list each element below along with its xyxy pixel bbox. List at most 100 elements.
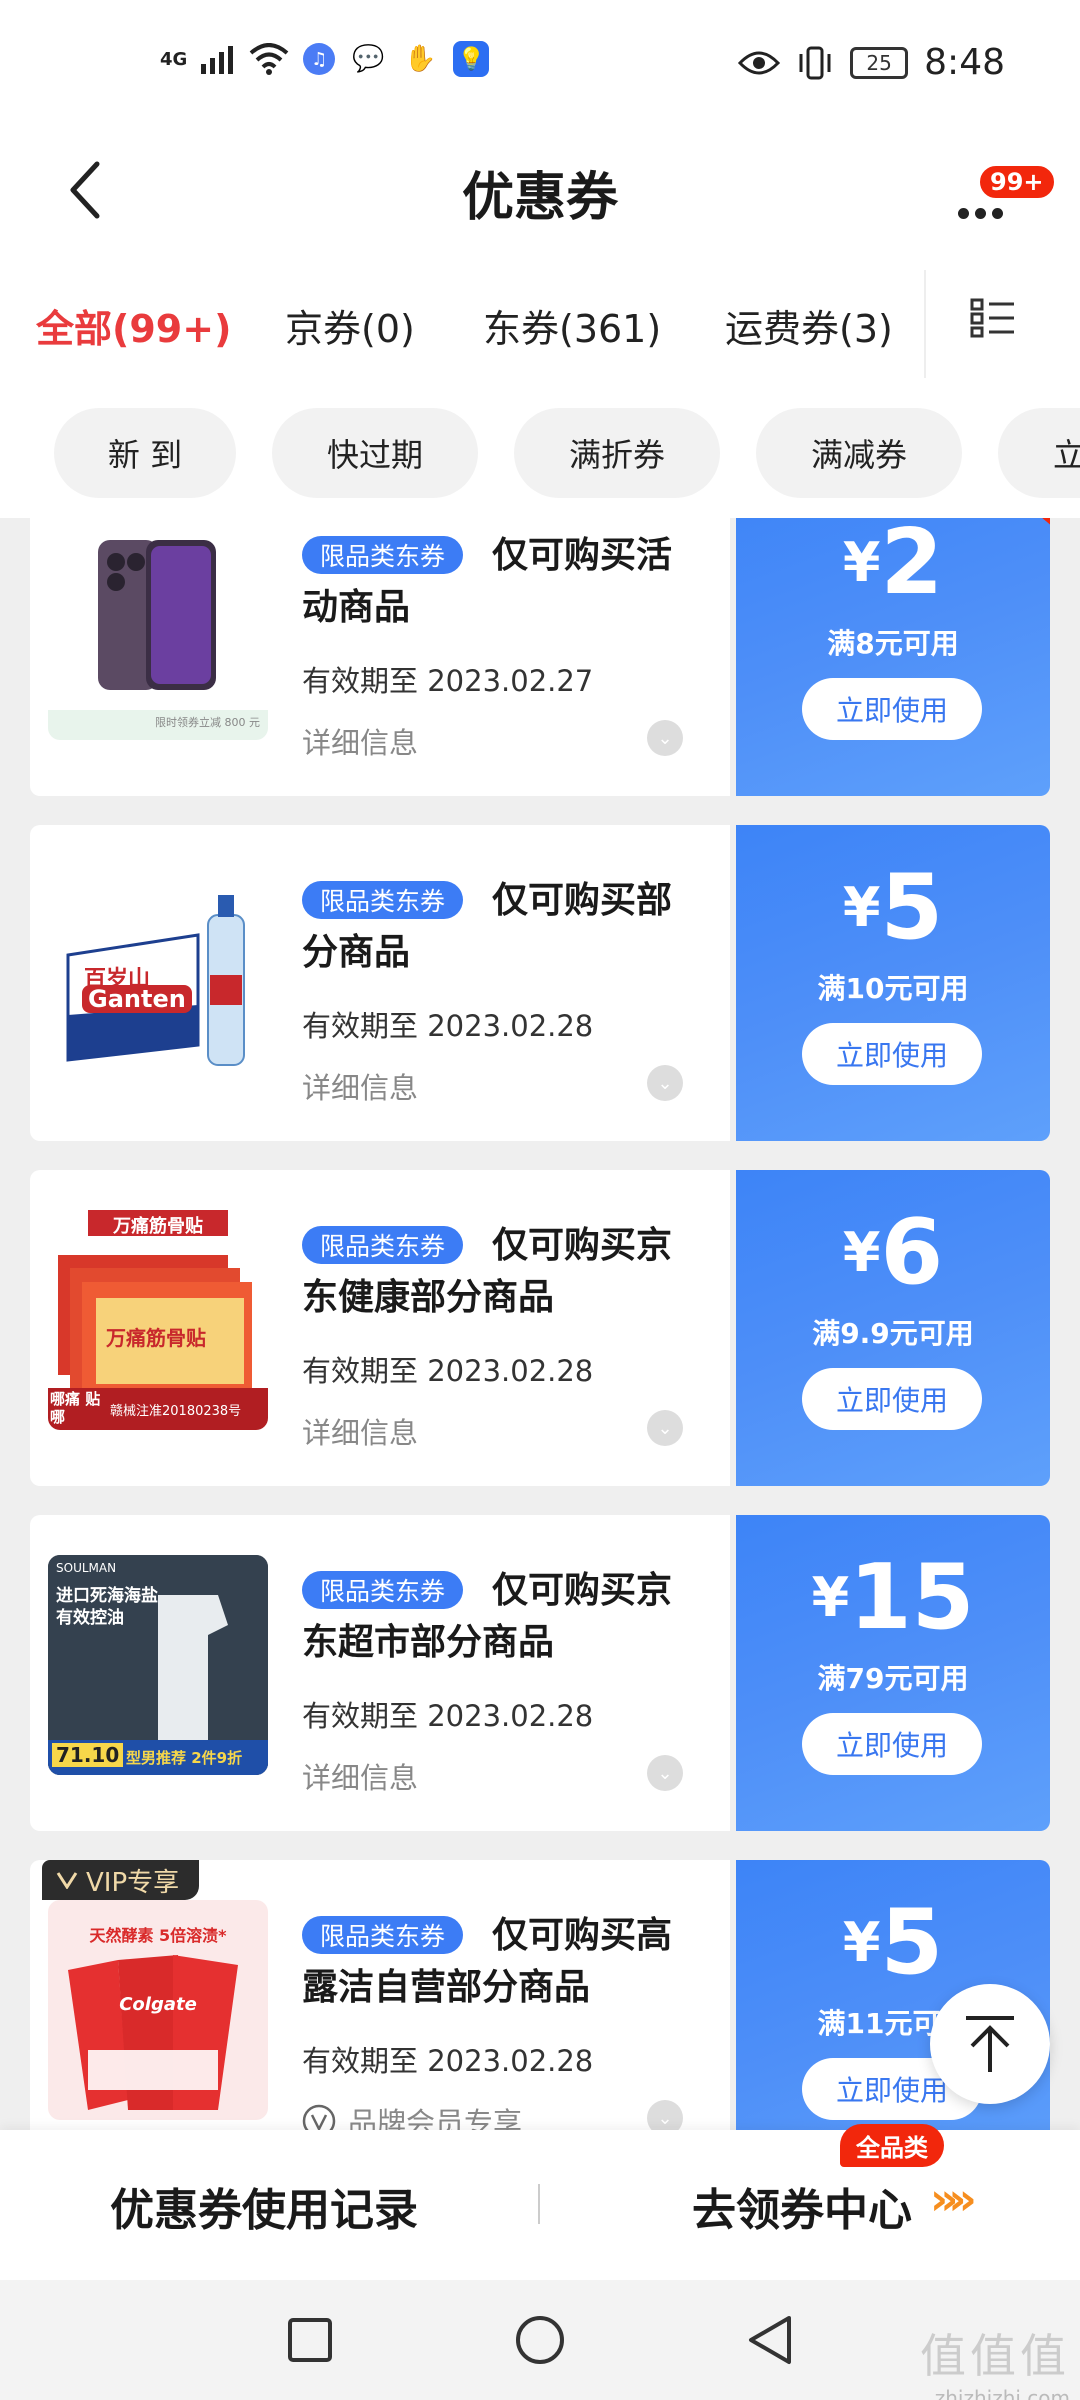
filter-more[interactable]: 立 bbox=[998, 408, 1080, 498]
list-icon bbox=[970, 298, 1014, 338]
filter-chips: 新 到 快过期 满折券 满减券 立 bbox=[0, 400, 1080, 518]
coupon-detail-link[interactable]: 详细信息 bbox=[302, 1410, 418, 1452]
member-badge-icon bbox=[302, 2104, 336, 2130]
chevron-down-icon[interactable]: ⌄ bbox=[647, 1755, 683, 1791]
page-title: 优惠券 bbox=[461, 168, 618, 228]
filter-new[interactable]: 新 到 bbox=[54, 408, 236, 498]
header: 优惠券 99+ bbox=[0, 130, 1080, 250]
circle-icon bbox=[516, 2316, 564, 2364]
scroll-to-top-button[interactable] bbox=[930, 1984, 1050, 2104]
coupon-amount: ¥6 bbox=[842, 1200, 944, 1305]
system-nav-bar: 值值值 zhizhizhi.com bbox=[0, 2280, 1080, 2400]
product-name: 万痛筋骨贴 bbox=[106, 1326, 206, 1350]
vip-v-icon bbox=[56, 1872, 78, 1889]
vip-tag: VIP专享 bbox=[42, 1860, 200, 1900]
product-price: 71.10 bbox=[52, 1743, 124, 1767]
back-nav-button[interactable] bbox=[730, 2300, 810, 2380]
coupon-detail-link[interactable]: 详细信息 bbox=[302, 1065, 418, 1107]
more-icon bbox=[958, 208, 1003, 219]
battery-icon: 25 bbox=[850, 46, 909, 79]
wifi-icon bbox=[249, 43, 289, 75]
tab-all[interactable]: 全部(99+) bbox=[36, 298, 231, 353]
double-chevron-right-icon: »» bbox=[930, 2174, 977, 2225]
product-headline-2: 有效控油 bbox=[56, 1608, 124, 1628]
coupon-value-panel: ¥2 满8元可用 立即使用 bbox=[736, 518, 1050, 796]
chevron-down-icon[interactable]: ⌄ bbox=[647, 720, 683, 756]
tab-jing-coupon[interactable]: 京券(0) bbox=[285, 298, 415, 353]
coupon-amount: ¥5 bbox=[842, 1890, 944, 1995]
tab-shipping-coupon[interactable]: 运费券(3) bbox=[725, 298, 893, 353]
triangle-back-icon bbox=[749, 2316, 791, 2364]
status-right: 25 8:48 bbox=[738, 42, 1005, 83]
recent-apps-button[interactable] bbox=[270, 2300, 350, 2380]
list-view-button[interactable] bbox=[970, 298, 1020, 348]
coupon-title: 仅可购买活动商品 bbox=[302, 535, 673, 628]
product-image-phone: 限时领券立减 800 元 bbox=[48, 520, 268, 740]
filter-discount[interactable]: 满折券 bbox=[514, 408, 720, 498]
coupon-expiry: 有效期至 2023.02.27 bbox=[302, 664, 594, 698]
coupon-title: 仅可购买京东健康部分商品 bbox=[302, 1225, 673, 1318]
network-type: 4G bbox=[160, 48, 188, 70]
coupon-info[interactable]: 天然酵素 5倍溶渍* Colgate VIP专享 限品类东券 仅可购买高露洁自营… bbox=[30, 1860, 730, 2130]
product-image-water: 百岁山 Ganten bbox=[48, 865, 268, 1085]
coupon-title: 仅可购买京东超市部分商品 bbox=[302, 1570, 673, 1663]
coupon-expiry: 有效期至 2023.02.28 bbox=[302, 1354, 594, 1388]
coupon-title: 仅可购买高露洁自营部分商品 bbox=[302, 1915, 673, 2008]
coupon-card: 百岁山 Ganten 限品类东券 仅可购买部分商品 有效期至 2023.02.2… bbox=[30, 825, 1050, 1141]
coupon-info[interactable]: 限时领券立减 800 元 限品类东券 仅可购买活动商品 有效期至 2023.02… bbox=[30, 518, 730, 796]
chevron-down-icon[interactable]: ⌄ bbox=[647, 2100, 683, 2130]
coupon-info[interactable]: 百岁山 Ganten 限品类东券 仅可购买部分商品 有效期至 2023.02.2… bbox=[30, 825, 730, 1141]
product-image-toothpaste: 天然酵素 5倍溶渍* Colgate bbox=[48, 1900, 268, 2120]
coupon-detail-link[interactable]: 详细信息 bbox=[302, 1755, 418, 1797]
coupon-amount: ¥2 bbox=[842, 518, 944, 615]
coupon-amount: ¥5 bbox=[842, 855, 944, 960]
coupon-expiry: 有效期至 2023.02.28 bbox=[302, 1699, 594, 1733]
coupon-value-panel: ¥15 满79元可用 立即使用 bbox=[736, 1515, 1050, 1831]
coupon-value-panel: ¥5 满10元可用 立即使用 bbox=[736, 825, 1050, 1141]
coupon-center-button[interactable]: 去领券中心 bbox=[692, 2174, 912, 2238]
use-now-button[interactable]: 立即使用 bbox=[802, 1023, 982, 1085]
use-now-button[interactable]: 立即使用 bbox=[802, 1713, 982, 1775]
coupon-info[interactable]: SOULMAN 进口死海海盐 有效控油 71.10 型男推荐 2件9折 限品类东… bbox=[30, 1515, 730, 1831]
coupon-condition: 满79元可用 bbox=[817, 1662, 969, 1695]
use-now-button[interactable]: 立即使用 bbox=[802, 1368, 982, 1430]
more-menu-button[interactable]: 99+ bbox=[950, 160, 1056, 230]
product-promo: 型男推荐 2件9折 bbox=[126, 1749, 243, 1767]
product-slogan: 天然酵素 5倍溶渍* bbox=[89, 1926, 227, 1945]
coupon-card: 万痛筋骨贴 万痛筋骨贴 哪痛 贴哪 赣械注准20180238号 限品类东券 仅可… bbox=[30, 1170, 1050, 1486]
chevron-down-icon[interactable]: ⌄ bbox=[647, 1410, 683, 1446]
tab-dong-coupon[interactable]: 东券(361) bbox=[483, 298, 661, 353]
product-slogan: 哪痛 贴哪 bbox=[50, 1390, 101, 1426]
coupon-card: SOULMAN 进口死海海盐 有效控油 71.10 型男推荐 2件9折 限品类东… bbox=[30, 1515, 1050, 1831]
coupon-condition: 满8元可用 bbox=[827, 627, 959, 660]
coupon-list: 限时领券立减 800 元 限品类东券 仅可购买活动商品 有效期至 2023.02… bbox=[0, 518, 1080, 2130]
coupon-expiry: 有效期至 2023.02.28 bbox=[302, 1009, 594, 1043]
chevron-down-icon[interactable]: ⌄ bbox=[647, 1065, 683, 1101]
coupon-tabs: 全部(99+) 京券(0) 东券(361) 运费券(3) bbox=[0, 250, 1080, 400]
coupon-condition: 满10元可用 bbox=[817, 972, 969, 1005]
status-left: 4G ♫ 💬 ✋ 💡 bbox=[160, 40, 490, 78]
coupon-amount: ¥15 bbox=[811, 1545, 975, 1650]
home-button[interactable] bbox=[500, 2300, 580, 2380]
filter-expiring[interactable]: 快过期 bbox=[272, 408, 478, 498]
product-banner: 万痛筋骨贴 bbox=[113, 1216, 203, 1237]
coupon-member-note[interactable]: 品牌会员专享 bbox=[302, 2100, 522, 2130]
product-image-caption: 限时领券立减 800 元 bbox=[155, 716, 260, 729]
message-icon: 💬 bbox=[352, 44, 385, 74]
coupon-history-button[interactable]: 优惠券使用记录 bbox=[110, 2174, 418, 2238]
coupon-card: 天然酵素 5倍溶渍* Colgate VIP专享 限品类东券 仅可购买高露洁自营… bbox=[30, 1860, 1050, 2130]
message-count-badge: 99+ bbox=[978, 164, 1056, 200]
member-note-label: 品牌会员专享 bbox=[348, 2106, 523, 2130]
watermark: 值值值 zhizhizhi.com bbox=[920, 2320, 1070, 2400]
use-now-button[interactable]: 立即使用 bbox=[802, 678, 982, 740]
product-brand-en: Ganten bbox=[82, 985, 192, 1013]
tab-divider bbox=[924, 270, 926, 378]
product-brand: SOULMAN bbox=[56, 1561, 117, 1575]
coupon-card: 限时领券立减 800 元 限品类东券 仅可购买活动商品 有效期至 2023.02… bbox=[30, 518, 1050, 796]
coupon-detail-link[interactable]: 详细信息 bbox=[302, 720, 418, 762]
product-registration: 赣械注准20180238号 bbox=[110, 1404, 242, 1419]
coupon-info[interactable]: 万痛筋骨贴 万痛筋骨贴 哪痛 贴哪 赣械注准20180238号 限品类东券 仅可… bbox=[30, 1170, 730, 1486]
filter-reduction[interactable]: 满减券 bbox=[756, 408, 962, 498]
bottom-action-bar: 优惠券使用记录 去领券中心 »» 全品类 bbox=[0, 2124, 1080, 2280]
product-image-plaster: 万痛筋骨贴 万痛筋骨贴 哪痛 贴哪 赣械注准20180238号 bbox=[48, 1210, 268, 1430]
